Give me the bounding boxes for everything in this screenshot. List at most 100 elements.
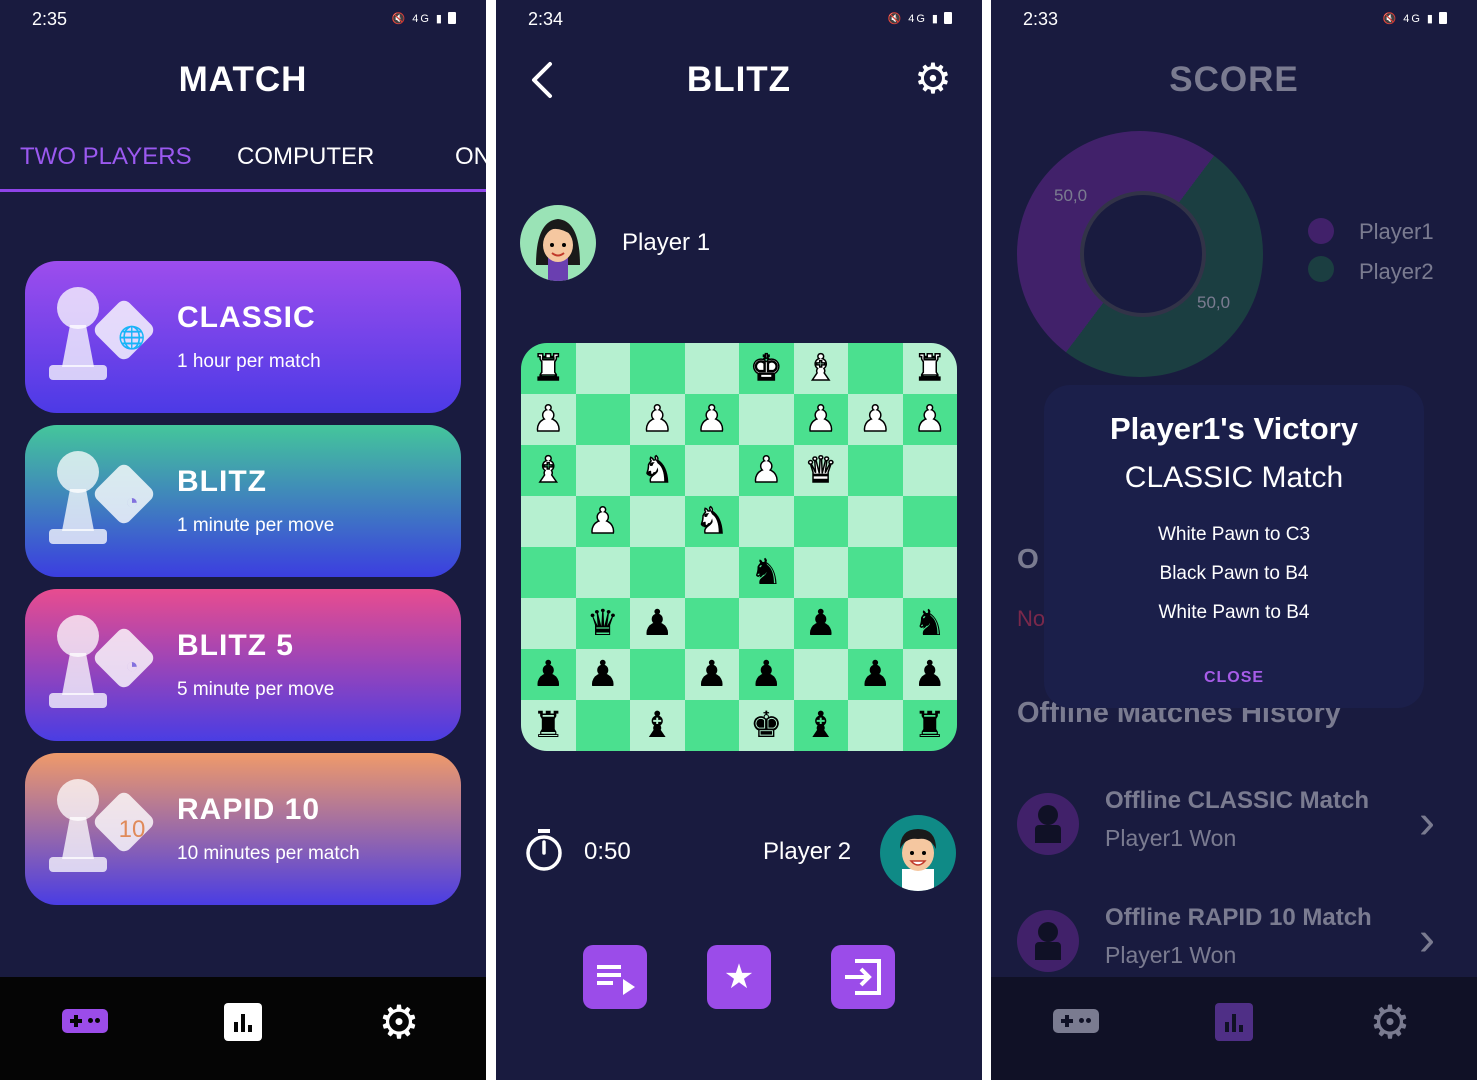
board-square[interactable]: ♞ bbox=[630, 445, 685, 496]
black-pawn-icon[interactable]: ♟ bbox=[641, 605, 673, 642]
white-queen-icon[interactable]: ♛ bbox=[804, 451, 838, 489]
board-square[interactable] bbox=[630, 496, 685, 547]
board-square[interactable] bbox=[848, 496, 903, 547]
board-square[interactable] bbox=[630, 343, 685, 394]
move-list-button[interactable] bbox=[583, 945, 647, 1009]
white-pawn-icon[interactable]: ♟ bbox=[586, 502, 620, 540]
board-square[interactable] bbox=[848, 445, 903, 496]
nav-stats[interactable] bbox=[220, 999, 270, 1049]
mode-card-blitz-5[interactable]: ◔ BLITZ 5 5 minute per move bbox=[25, 589, 461, 741]
white-rook-icon[interactable]: ♜ bbox=[913, 349, 947, 387]
black-pawn-icon[interactable]: ♟ bbox=[859, 656, 891, 693]
black-pawn-icon[interactable]: ♟ bbox=[750, 656, 782, 693]
board-square[interactable] bbox=[575, 700, 630, 751]
board-square[interactable]: ♟ bbox=[630, 394, 685, 445]
tab-two-players[interactable]: TWO PLAYERS bbox=[20, 143, 192, 171]
board-square[interactable] bbox=[521, 598, 576, 649]
board-square[interactable] bbox=[902, 547, 957, 598]
nav-play[interactable] bbox=[62, 999, 112, 1049]
board-square[interactable]: ♚ bbox=[739, 700, 794, 751]
board-square[interactable] bbox=[793, 496, 848, 547]
black-rook-icon[interactable]: ♜ bbox=[914, 707, 946, 744]
board-square[interactable] bbox=[684, 343, 739, 394]
black-knight-icon[interactable]: ♞ bbox=[914, 605, 946, 642]
board-square[interactable] bbox=[793, 649, 848, 700]
board-square[interactable] bbox=[684, 598, 739, 649]
board-square[interactable]: ♝ bbox=[793, 700, 848, 751]
white-bishop-icon[interactable]: ♝ bbox=[804, 349, 838, 387]
white-pawn-icon[interactable]: ♟ bbox=[913, 400, 947, 438]
board-square[interactable]: ♞ bbox=[739, 547, 794, 598]
board-square[interactable]: ♟ bbox=[521, 394, 576, 445]
tab-online[interactable]: ON bbox=[455, 143, 486, 171]
board-square[interactable]: ♟ bbox=[575, 496, 630, 547]
board-square[interactable]: ♜ bbox=[902, 343, 957, 394]
board-square[interactable]: ♟ bbox=[521, 649, 576, 700]
board-square[interactable]: ♜ bbox=[902, 700, 957, 751]
mode-card-blitz[interactable]: ◔ BLITZ 1 minute per move bbox=[25, 425, 461, 577]
black-bishop-icon[interactable]: ♝ bbox=[805, 707, 837, 744]
board-square[interactable] bbox=[739, 394, 794, 445]
close-button[interactable]: CLOSE bbox=[1044, 669, 1424, 687]
black-pawn-icon[interactable]: ♟ bbox=[532, 656, 564, 693]
board-square[interactable]: ♟ bbox=[848, 649, 903, 700]
history-row[interactable]: Offline CLASSIC Match Player1 Won › bbox=[991, 787, 1477, 877]
black-knight-icon[interactable]: ♞ bbox=[750, 554, 782, 591]
board-square[interactable]: ♟ bbox=[902, 394, 957, 445]
board-square[interactable] bbox=[575, 343, 630, 394]
board-square[interactable]: ♚ bbox=[739, 343, 794, 394]
white-bishop-icon[interactable]: ♝ bbox=[531, 451, 565, 489]
board-square[interactable] bbox=[902, 445, 957, 496]
black-king-icon[interactable]: ♚ bbox=[750, 707, 782, 744]
black-pawn-icon[interactable]: ♟ bbox=[914, 656, 946, 693]
mode-card-rapid-10[interactable]: 10 RAPID 10 10 minutes per match bbox=[25, 753, 461, 905]
board-square[interactable]: ♟ bbox=[848, 394, 903, 445]
white-pawn-icon[interactable]: ♟ bbox=[640, 400, 674, 438]
board-square[interactable] bbox=[848, 547, 903, 598]
board-square[interactable]: ♜ bbox=[521, 700, 576, 751]
board-square[interactable]: ♜ bbox=[521, 343, 576, 394]
board-square[interactable] bbox=[575, 547, 630, 598]
board-square[interactable] bbox=[739, 598, 794, 649]
white-pawn-icon[interactable]: ♟ bbox=[531, 400, 565, 438]
board-square[interactable] bbox=[684, 547, 739, 598]
nav-settings[interactable]: ⚙ bbox=[1367, 999, 1417, 1049]
board-square[interactable]: ♟ bbox=[739, 445, 794, 496]
black-queen-icon[interactable]: ♛ bbox=[587, 605, 619, 642]
board-square[interactable]: ♟ bbox=[575, 649, 630, 700]
board-square[interactable]: ♟ bbox=[793, 394, 848, 445]
black-pawn-icon[interactable]: ♟ bbox=[587, 656, 619, 693]
board-square[interactable]: ♛ bbox=[793, 445, 848, 496]
white-knight-icon[interactable]: ♞ bbox=[640, 451, 674, 489]
board-square[interactable] bbox=[793, 547, 848, 598]
board-square[interactable]: ♟ bbox=[902, 649, 957, 700]
tab-computer[interactable]: COMPUTER bbox=[237, 143, 374, 171]
board-square[interactable]: ♟ bbox=[684, 394, 739, 445]
board-square[interactable]: ♛ bbox=[575, 598, 630, 649]
board-square[interactable] bbox=[630, 547, 685, 598]
board-square[interactable] bbox=[902, 496, 957, 547]
board-square[interactable] bbox=[684, 445, 739, 496]
board-square[interactable]: ♟ bbox=[684, 649, 739, 700]
favorite-button[interactable]: ★ bbox=[707, 945, 771, 1009]
board-square[interactable]: ♟ bbox=[739, 649, 794, 700]
black-pawn-icon[interactable]: ♟ bbox=[805, 605, 837, 642]
board-square[interactable]: ♝ bbox=[793, 343, 848, 394]
board-square[interactable] bbox=[630, 649, 685, 700]
black-rook-icon[interactable]: ♜ bbox=[532, 707, 564, 744]
board-square[interactable]: ♟ bbox=[793, 598, 848, 649]
board-square[interactable]: ♞ bbox=[902, 598, 957, 649]
white-pawn-icon[interactable]: ♟ bbox=[804, 400, 838, 438]
white-pawn-icon[interactable]: ♟ bbox=[858, 400, 892, 438]
board-square[interactable] bbox=[575, 445, 630, 496]
board-square[interactable] bbox=[521, 547, 576, 598]
board-square[interactable] bbox=[684, 700, 739, 751]
board-square[interactable] bbox=[575, 394, 630, 445]
board-square[interactable]: ♝ bbox=[630, 700, 685, 751]
board-square[interactable] bbox=[521, 496, 576, 547]
gear-icon[interactable]: ⚙ bbox=[912, 58, 954, 100]
board-square[interactable] bbox=[848, 343, 903, 394]
board-square[interactable] bbox=[848, 700, 903, 751]
chess-board[interactable]: ♜ ♚ ♝ ♜ ♟ ♟ ♟ ♟ ♟ ♟ ♝ ♞ ♟ ♛ ♟ ♞ ♞ ♛ ♟ ♟ ♞ ♟ ♟ ♟ ♟ ♟ ♟ ♜ ♝ ♚ ♝ ♜ bbox=[521, 343, 957, 751]
white-king-icon[interactable]: ♚ bbox=[749, 349, 783, 387]
